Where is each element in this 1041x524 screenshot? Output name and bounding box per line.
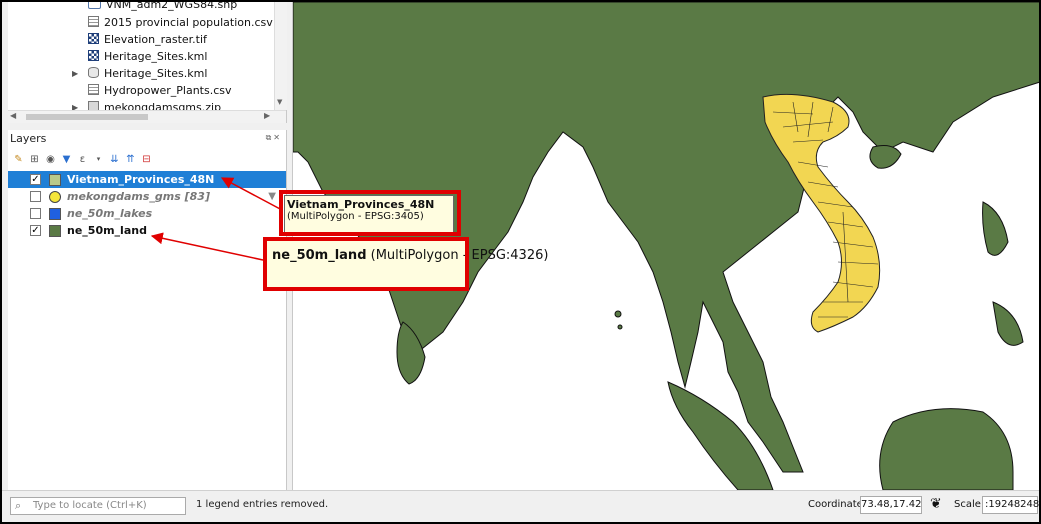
panel-controls[interactable]: ⧉✕	[266, 133, 282, 143]
browser-item[interactable]: ▶ Heritage_Sites.kml	[72, 66, 207, 82]
layer-visibility-checkbox[interactable]: ✓	[30, 174, 41, 185]
toggle-extents-icon[interactable]: ❦	[930, 496, 942, 512]
layer-item-ne-50m-land[interactable]: ✓ ne_50m_land	[8, 222, 286, 239]
layers-panel-title: Layers	[10, 132, 47, 145]
land-island	[614, 310, 622, 318]
status-message: 1 legend entries removed.	[196, 499, 329, 510]
polygon-symbol-icon	[49, 225, 61, 237]
scroll-left-icon[interactable]: ◀	[10, 111, 16, 120]
expand-all-icon[interactable]: ⇊	[108, 153, 121, 166]
raster-icon	[88, 50, 99, 61]
browser-item[interactable]: VNM_adm2_WGS84.shp	[88, 2, 237, 12]
land-philippines-south	[992, 301, 1024, 346]
remove-layer-icon[interactable]: ⊟	[140, 153, 153, 166]
scroll-right-icon[interactable]: ▶	[264, 111, 270, 120]
csv-icon	[88, 84, 99, 95]
add-group-icon[interactable]: ⊞	[28, 153, 41, 166]
browser-panel: VNM_adm2_WGS84.shp 2015 provincial popul…	[8, 2, 287, 123]
polygon-symbol-icon	[49, 174, 61, 186]
land-hainan	[869, 145, 902, 169]
style-brush-icon[interactable]: ✎	[12, 153, 25, 166]
csv-icon	[88, 16, 99, 27]
scale-field[interactable]: :19248248	[982, 496, 1039, 514]
browser-item[interactable]: Hydropower_Plants.csv	[88, 83, 232, 99]
collapse-all-icon[interactable]: ⇈	[124, 153, 137, 166]
horizontal-scrollbar[interactable]: ◀ ▶	[8, 110, 286, 123]
locator-search-input[interactable]: ⌕ Type to locate (Ctrl+K)	[10, 497, 186, 515]
layer-visibility-checkbox[interactable]	[30, 208, 41, 219]
polygon-symbol-icon	[49, 208, 61, 220]
search-icon: ⌕	[15, 499, 22, 512]
land-philippines	[982, 201, 1009, 256]
scroll-down-icon[interactable]: ▼	[277, 98, 282, 106]
layer-visibility-checkbox[interactable]: ✓	[30, 225, 41, 236]
qgis-window: VNM_adm2_WGS84.shp 2015 provincial popul…	[0, 0, 1041, 524]
filter-expression-icon[interactable]: ε	[76, 153, 89, 166]
raster-icon	[88, 33, 99, 44]
filter-applied-icon[interactable]: ▼	[268, 188, 276, 205]
database-icon	[88, 67, 99, 78]
layers-toolbar: ✎ ⊞ ◉ ▼ ε ▾ ⇊ ⇈ ⊟	[12, 150, 153, 168]
scale-label: Scale	[954, 499, 981, 510]
layer-item-mekongdams[interactable]: mekongdams_gms [83] ▼	[8, 188, 286, 205]
coordinate-label: Coordinate	[808, 499, 863, 510]
shapefile-icon	[88, 2, 101, 9]
browser-item[interactable]: 2015 provincial population.csv	[88, 15, 273, 31]
layer-item-ne-50m-lakes[interactable]: ne_50m_lakes	[8, 205, 286, 222]
filter-icon[interactable]: ▼	[60, 153, 73, 166]
browser-item[interactable]: Heritage_Sites.kml	[88, 49, 207, 65]
coordinate-field[interactable]: 73.48,17.42	[860, 496, 922, 514]
land-borneo	[879, 408, 1014, 490]
layers-panel: Layers ⧉✕ ✎ ⊞ ◉ ▼ ε ▾ ⇊ ⇈ ⊟ ✓ Vietnam_Pr…	[8, 130, 287, 490]
dropdown-arrow-icon[interactable]: ▾	[92, 153, 105, 166]
visibility-eye-icon[interactable]: ◉	[44, 153, 57, 166]
highlight-box	[279, 190, 461, 236]
expand-arrow-icon[interactable]: ▶	[72, 66, 78, 82]
highlight-box	[263, 237, 469, 291]
vertical-scrollbar[interactable]: ▼	[274, 2, 287, 110]
scrollbar-thumb[interactable]	[26, 114, 148, 120]
layer-visibility-checkbox[interactable]	[30, 191, 41, 202]
layer-item-vietnam-provinces[interactable]: ✓ Vietnam_Provinces_48N	[8, 171, 286, 188]
land-island	[617, 324, 623, 330]
status-bar: ⌕ Type to locate (Ctrl+K) 1 legend entri…	[2, 490, 1039, 522]
point-symbol-icon	[49, 191, 61, 203]
browser-item[interactable]: Elevation_raster.tif	[88, 32, 207, 48]
